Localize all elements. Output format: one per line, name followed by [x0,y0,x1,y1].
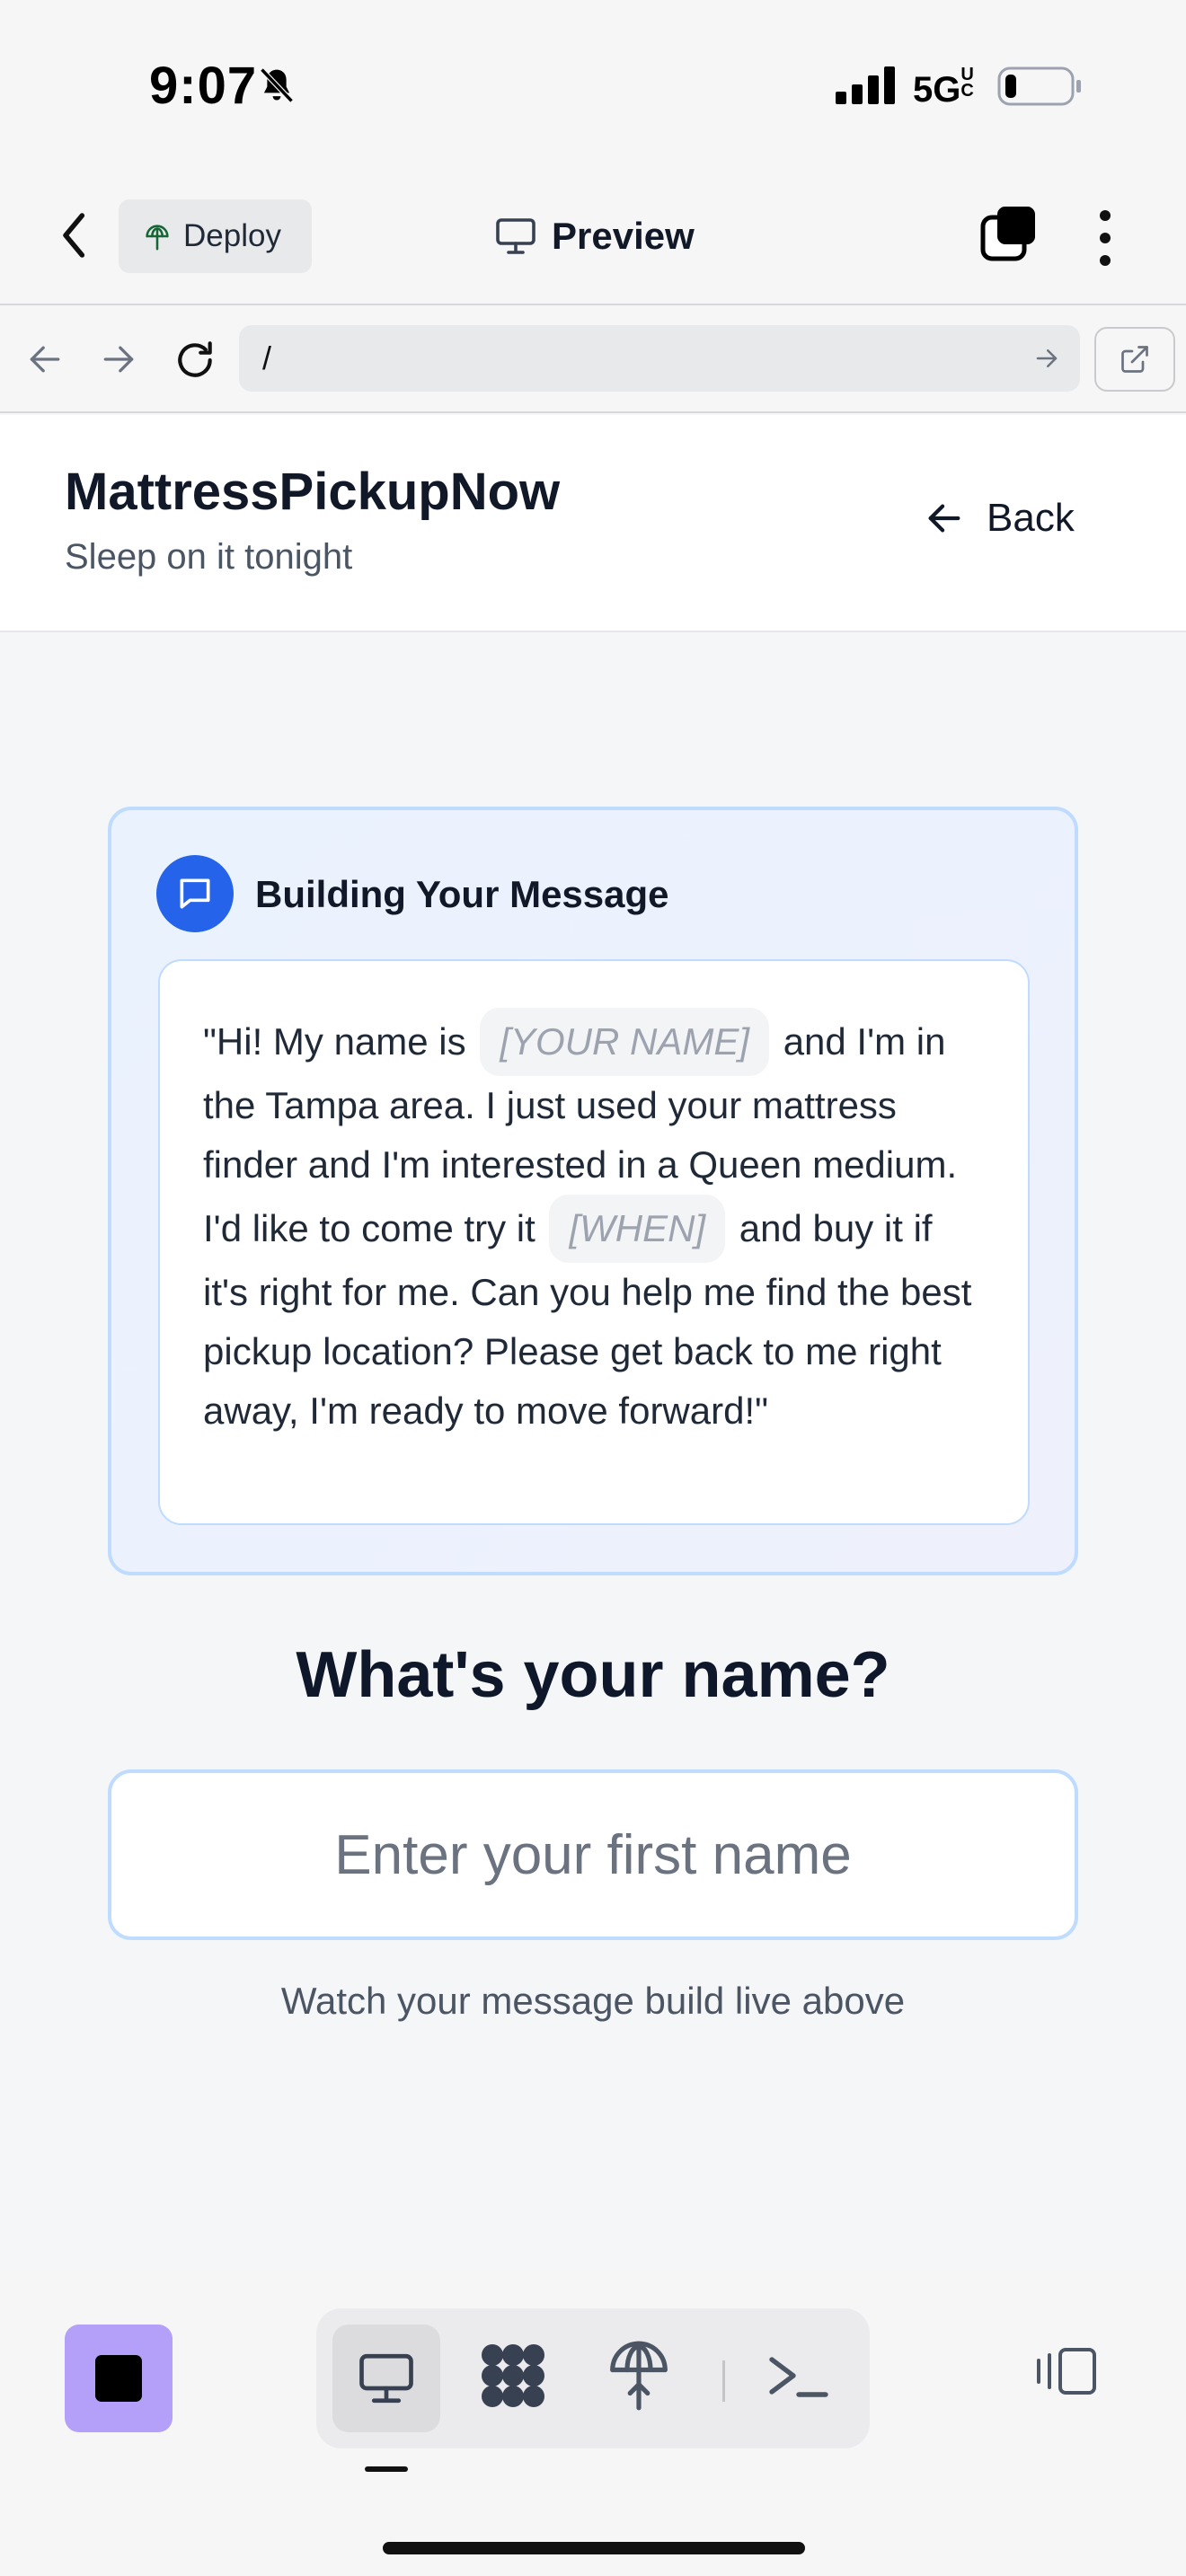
mode-preview-button[interactable] [332,2325,440,2432]
app-toolbar: Deploy Preview [0,171,1186,305]
tabs-icon[interactable] [979,205,1039,264]
card-title: Building Your Message [255,873,669,915]
browser-bar: / [0,307,1186,413]
bottom-bar [0,2272,1186,2576]
chat-bubble-icon [156,855,234,932]
more-vertical-icon[interactable] [1087,207,1123,269]
message-text: "Hi! My name is [YOUR NAME] and I'm in t… [158,959,1030,1525]
message-part-1: "Hi! My name is [203,1020,466,1063]
signal-icon [836,66,895,104]
network-label: 5GU C [913,65,974,110]
deploy-icon[interactable] [604,2335,674,2416]
monitor-icon [496,218,535,254]
arrow-left-icon [928,504,960,533]
stop-button[interactable] [65,2325,173,2432]
back-label: Back [987,496,1075,540]
status-bar: 9:07 5GU C [0,0,1186,171]
terminal-icon[interactable] [764,2335,834,2416]
arrow-right-icon[interactable] [99,340,138,379]
divider [722,2360,725,2402]
arrow-left-icon[interactable] [25,340,65,379]
back-button[interactable]: Back [924,496,1075,541]
chevron-left-icon[interactable] [56,208,95,262]
preview-label: Preview [552,215,695,257]
stop-icon [95,2355,142,2402]
grid-icon[interactable] [473,2335,553,2416]
when-placeholder-chip: [WHEN] [549,1195,726,1263]
status-time: 9:07 [149,57,258,115]
layout-toggle-icon[interactable] [1035,2344,1100,2398]
site-title: MattressPickupNow [65,463,561,521]
open-external-button[interactable] [1094,327,1175,392]
message-preview-card: Building Your Message "Hi! My name is [Y… [108,807,1078,1575]
home-indicator [383,2542,805,2554]
active-mode-indicator [365,2466,408,2472]
mode-switcher [316,2308,870,2448]
reload-icon[interactable] [173,338,217,383]
go-arrow-icon[interactable] [1033,345,1060,372]
name-question: What's your name? [296,1639,890,1711]
battery-icon [997,66,1081,106]
first-name-input[interactable] [108,1769,1078,1940]
name-placeholder-chip: [YOUR NAME] [480,1008,770,1076]
site-header: MattressPickupNow Sleep on it tonight Ba… [0,415,1186,632]
url-input[interactable]: / [239,325,1080,392]
external-link-icon [1121,346,1148,373]
live-hint: Watch your message build live above [280,1980,906,2022]
deploy-icon [146,225,169,251]
url-text: / [262,340,272,376]
deploy-button[interactable]: Deploy [119,199,312,273]
deploy-label: Deploy [183,218,281,253]
site-tagline: Sleep on it tonight [65,537,353,577]
monitor-icon [359,2353,413,2404]
preview-tab[interactable]: Preview [494,207,695,266]
bell-slash-icon [260,67,294,103]
main-content: Building Your Message "Hi! My name is [Y… [0,632,1186,2272]
